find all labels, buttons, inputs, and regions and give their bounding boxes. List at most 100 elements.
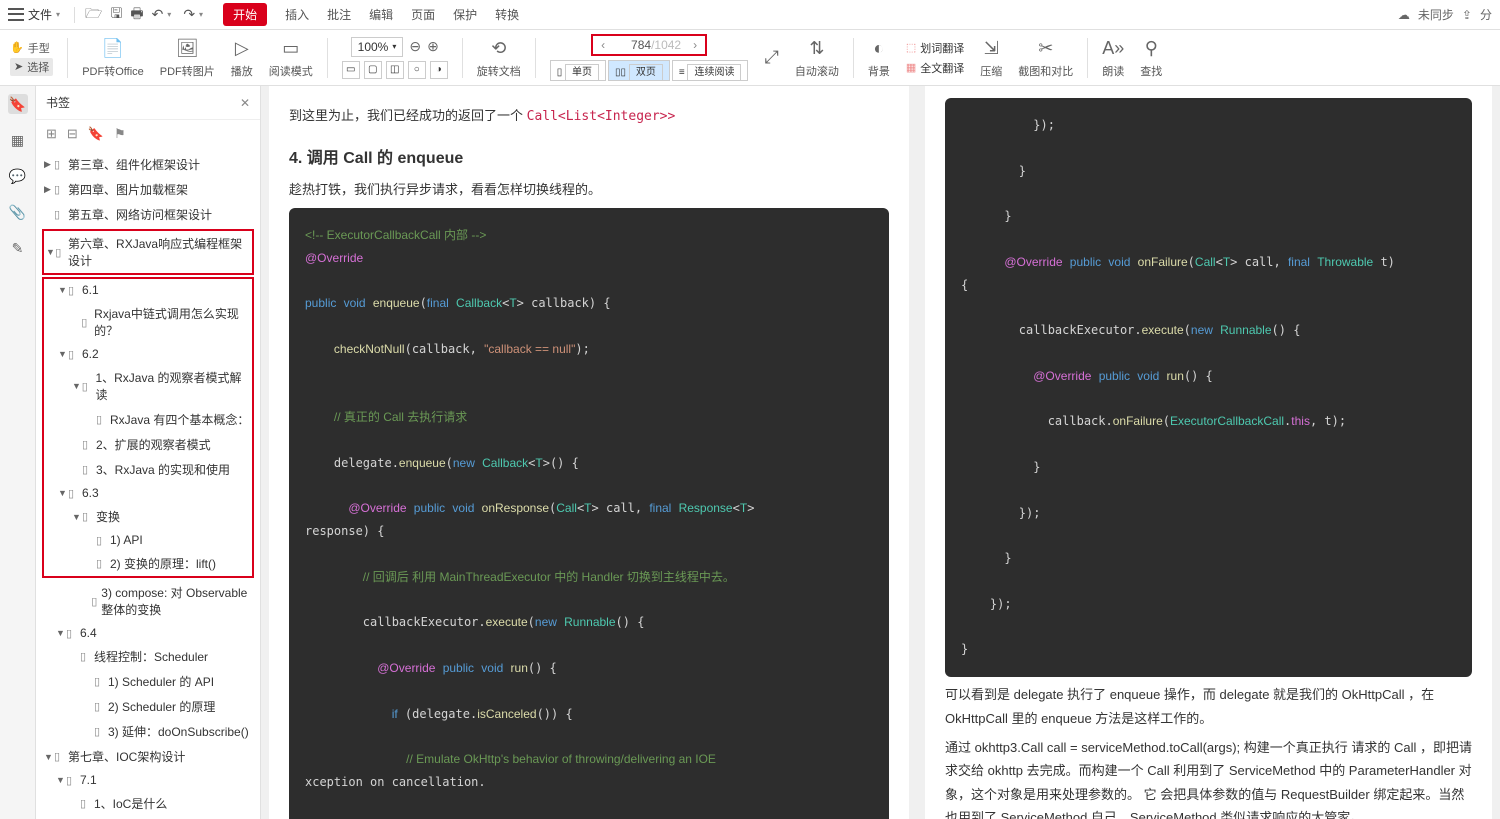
tab-convert[interactable]: 转换 [495,6,519,23]
fit-button[interactable]: ⤢ [758,30,784,85]
bookmark-item[interactable]: ▼▯6.3 [44,482,252,504]
select-tool[interactable]: ➤选择 [10,58,53,76]
save-icon[interactable]: 🖫 [110,3,122,27]
page-left[interactable]: 到这里为止，我们已经成功的返回了一个 Call<List<Integer>> 4… [269,86,909,819]
marquee-icon[interactable]: ○ [408,61,426,79]
bookmarks-title: 书签 [46,94,70,111]
hamburger-icon[interactable] [8,7,24,23]
auto-scroll-button[interactable]: ⇅自动滚动 [789,30,845,85]
chevron-down-icon[interactable]: ▾ [56,10,60,19]
add-bookmark-icon[interactable]: 🔖 [88,126,104,142]
open-icon[interactable]: 🗁 [85,3,102,27]
read-aloud-button[interactable]: A»朗读 [1096,30,1130,85]
bookmark-item[interactable]: ▯3) compose: 对 Observable 整体的变换 [42,580,254,622]
bookmark-item[interactable]: ▯3) 延伸：doOnSubscribe() [42,719,254,744]
page-total: /1042 [651,38,687,52]
bookmark-item[interactable]: ▯2、扩展的观察者模式 [44,432,252,457]
fit-width-icon[interactable]: ▭ [342,61,360,79]
bookmark-item[interactable]: ▯2) Scheduler 的原理 [42,694,254,719]
bookmark-flag-icon[interactable]: ⚑ [114,126,126,142]
zoom-out-icon[interactable]: ⊖ [409,38,421,55]
hand-tool[interactable]: ✋手型 [10,40,53,56]
bookmark-item[interactable]: ▯2) 变换的原理：lift() [44,551,252,576]
print-icon[interactable]: 🖶 [130,3,143,27]
bookmark-item[interactable]: ▯1、IoC是什么 [42,791,254,816]
zoom-in-icon[interactable]: ⊕ [427,38,439,55]
comments-icon[interactable]: 💬 [8,166,28,186]
next-page-button[interactable]: › [687,38,703,52]
sidebar-rail: 🔖 ▦ 💬 📎 ✎ [0,86,36,819]
crop-button[interactable]: ✂截图和对比 [1012,30,1079,85]
compress-button[interactable]: ⇲压缩 [974,30,1008,85]
toolbar: ✋手型 ➤选择 📄PDF转Office 🖼PDF转图片 ▷播放 ▭阅读模式 10… [0,30,1500,86]
actual-size-icon[interactable]: ◫ [386,61,404,79]
undo-icon[interactable]: ↶ [152,6,164,23]
bookmark-item[interactable]: ▯RxJava 有四个基本概念： [44,407,252,432]
bookmark-item[interactable]: ▯Rxjava中链式调用怎么实现的？ [44,301,252,343]
bookmark-item[interactable]: ▼▯6.2 [44,343,252,365]
translate-group: ⬚划词翻译 ▦全文翻译 [900,30,970,85]
bookmark-item[interactable]: ▼▯6.4 [42,622,254,644]
code-block-left: <!-- ExecutorCallbackCall 内部 --> @Overri… [289,208,889,819]
bookmark-item[interactable]: ▼▯第六章、RXJava响应式编程框架设计 [44,231,252,273]
page-right[interactable]: }); } } @Override public void onFailure(… [925,86,1492,819]
full-translate-button[interactable]: ▦全文翻译 [906,60,964,76]
bookmark-item[interactable]: ▶▯第四章、图片加载框架 [42,177,254,202]
prev-page-button[interactable]: ‹ [595,38,611,52]
document-viewport: 到这里为止，我们已经成功的返回了一个 Call<List<Integer>> 4… [261,86,1500,819]
double-page-button[interactable]: ▯▯ 双页 [608,60,670,81]
tab-protect[interactable]: 保护 [453,6,477,23]
page-input[interactable] [611,38,651,52]
bookmark-item[interactable]: ▯1) API [44,529,252,551]
share-icon[interactable]: ⇪ [1462,8,1472,22]
continuous-button[interactable]: ≡ 连续阅读 [672,60,749,81]
bookmarks-panel: 书签 ✕ ⊞ ⊟ 🔖 ⚑ ▶▯第三章、组件化框架设计▶▯第四章、图片加载框架▯第… [36,86,261,819]
file-menu[interactable]: 文件 [28,6,52,23]
fit-page-icon[interactable]: ▢ [364,61,382,79]
collapse-all-icon[interactable]: ⊟ [67,126,78,142]
bookmark-item[interactable]: ▯线程控制：Scheduler [42,644,254,669]
bookmark-item[interactable]: ▯3、RxJava 的实现和使用 [44,457,252,482]
code-inline: Call<List<Integer>> [527,109,676,124]
close-panel-icon[interactable]: ✕ [240,96,250,110]
pdf-to-image-button[interactable]: 🖼PDF转图片 [154,30,221,85]
zoom-select[interactable]: 100%▾ [351,37,404,57]
pdf-to-office-button[interactable]: 📄PDF转Office [76,30,150,85]
single-page-button[interactable]: ▯ 单页 [550,60,606,81]
attachments-icon[interactable]: 📎 [8,202,28,222]
tab-start[interactable]: 开始 [223,3,267,26]
find-button[interactable]: ⚲查找 [1134,30,1168,85]
bookmark-tools: ⊞ ⊟ 🔖 ⚑ [36,120,260,148]
rotate-button[interactable]: ⟲旋转文档 [471,30,527,85]
cloud-icon[interactable]: ☁ [1398,8,1410,22]
tab-edit[interactable]: 编辑 [369,6,393,23]
tab-page[interactable]: 页面 [411,6,435,23]
redo-icon[interactable]: ↷ [183,6,195,23]
code-block-right: }); } } @Override public void onFailure(… [945,98,1472,677]
signatures-icon[interactable]: ✎ [8,238,28,258]
bookmarks-icon[interactable]: 🔖 [8,94,28,114]
bookmark-item[interactable]: ▯第五章、网络访问框架设计 [42,202,254,227]
bookmark-item[interactable]: ▶▯第三章、组件化框架设计 [42,152,254,177]
loupe-icon[interactable]: ◑ [430,61,448,79]
bookmark-item[interactable]: ▼▯第七章、IOC架构设计 [42,744,254,769]
menu-tabs: 开始 插入 批注 编辑 页面 保护 转换 [223,3,519,26]
page-nav-group: ‹ /1042 › ▯ 单页 ▯▯ 双页 ≡ 连续阅读 [544,30,755,85]
background-button[interactable]: ◐背景 [862,30,896,85]
play-button[interactable]: ▷播放 [225,30,259,85]
bookmark-item[interactable]: ▯1) Scheduler 的 API [42,669,254,694]
word-translate-button[interactable]: ⬚划词翻译 [906,40,964,56]
bookmark-item[interactable]: ▼▯变换 [44,504,252,529]
section-heading: 4. 调用 Call 的 enqueue [289,144,889,168]
read-mode-button[interactable]: ▭阅读模式 [263,30,319,85]
tab-annotate[interactable]: 批注 [327,6,351,23]
paragraph: 可以看到是 delegate 执行了 enqueue 操作，而 delegate… [945,683,1472,730]
bookmark-item[interactable]: ▼▯1、RxJava 的观察者模式解读 [44,365,252,407]
thumbnails-icon[interactable]: ▦ [8,130,28,150]
tab-insert[interactable]: 插入 [285,6,309,23]
bookmark-item[interactable]: ▼▯7.1 [42,769,254,791]
bookmark-item[interactable]: ▼▯6.1 [44,279,252,301]
paragraph: 趁热打铁，我们执行异步请求，看看怎样切换线程的。 [289,178,889,201]
share-label: 分 [1480,6,1492,23]
expand-all-icon[interactable]: ⊞ [46,126,57,142]
